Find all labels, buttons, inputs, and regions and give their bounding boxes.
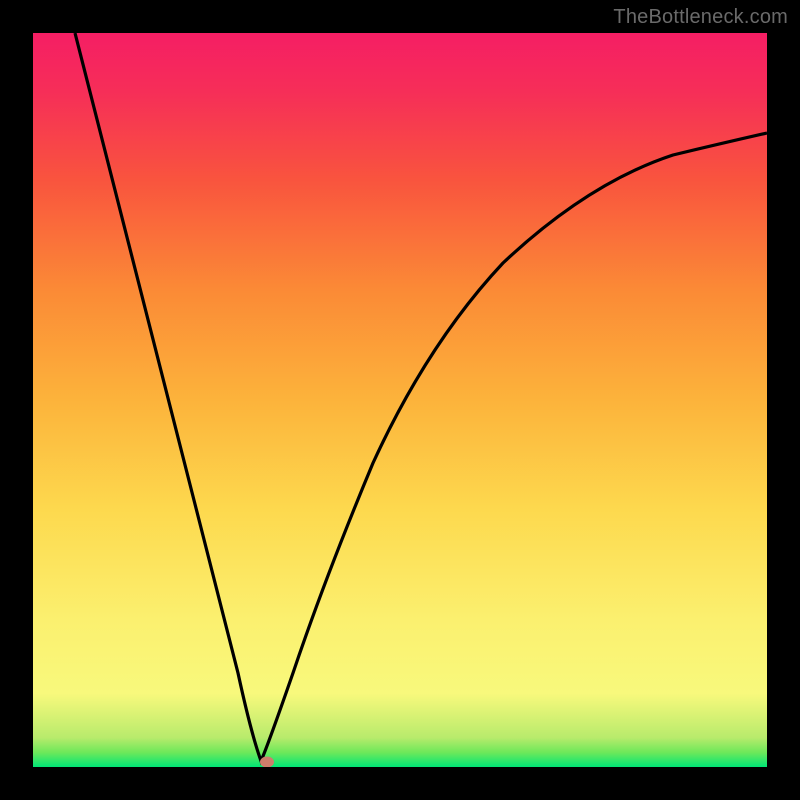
watermark-text: TheBottleneck.com bbox=[613, 6, 788, 29]
plot-area bbox=[33, 33, 767, 767]
chart-frame: TheBottleneck.com bbox=[0, 0, 800, 800]
curve-path bbox=[75, 33, 767, 761]
minimum-marker bbox=[260, 757, 274, 768]
bottleneck-curve bbox=[33, 33, 767, 767]
